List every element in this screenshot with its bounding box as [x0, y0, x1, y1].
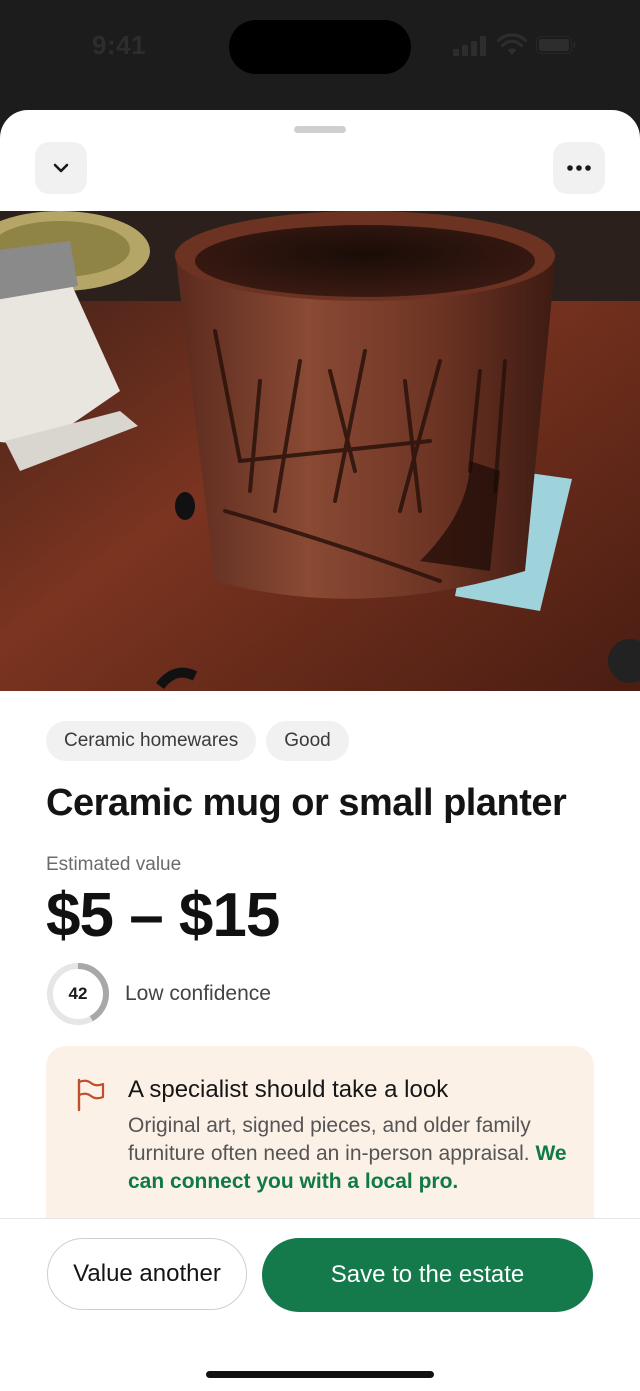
estimate-value: $5 – $15: [46, 881, 280, 950]
tag-category: Ceramic homewares: [46, 721, 257, 761]
estimate-label: Estimated value: [46, 854, 182, 875]
tag-condition: Good: [266, 721, 349, 761]
item-title: Ceramic mug or small planter: [46, 782, 567, 824]
battery-icon: [536, 36, 576, 54]
status-time: 9:41: [92, 30, 147, 60]
notice-title: A specialist should take a look: [128, 1076, 449, 1103]
dynamic-island: [229, 20, 411, 74]
more-options-button[interactable]: [553, 142, 605, 194]
notice-body: Original art, signed pieces, and older f…: [128, 1112, 578, 1196]
item-photo: [0, 211, 640, 691]
value-another-button[interactable]: Value another: [47, 1238, 247, 1310]
cellular-signal-icon: [453, 36, 489, 56]
save-to-estate-button[interactable]: Save to the estate: [262, 1238, 593, 1312]
home-indicator: [206, 1371, 434, 1378]
confidence-indicator: 42 Low confidence: [46, 962, 271, 1026]
confidence-label: Low confidence: [125, 982, 271, 1005]
collapse-button[interactable]: [35, 142, 87, 194]
confidence-score: 42: [68, 984, 88, 1003]
wifi-icon: [497, 33, 527, 55]
notice-text: Original art, signed pieces, and older f…: [128, 1114, 531, 1165]
confidence-ring: 42: [46, 962, 110, 1026]
ellipsis-icon: [567, 165, 591, 171]
tag-list: Ceramic homewares Good: [46, 721, 349, 761]
status-bar: 9:41: [0, 0, 640, 100]
flag-icon: [77, 1078, 105, 1112]
sheet-grabber[interactable]: [294, 126, 346, 133]
item-detail-sheet: Ceramic homewares Good Ceramic mug or sm…: [0, 110, 640, 1391]
bottom-action-bar: Value another Save to the estate: [0, 1218, 640, 1391]
chevron-down-icon: [53, 163, 69, 173]
